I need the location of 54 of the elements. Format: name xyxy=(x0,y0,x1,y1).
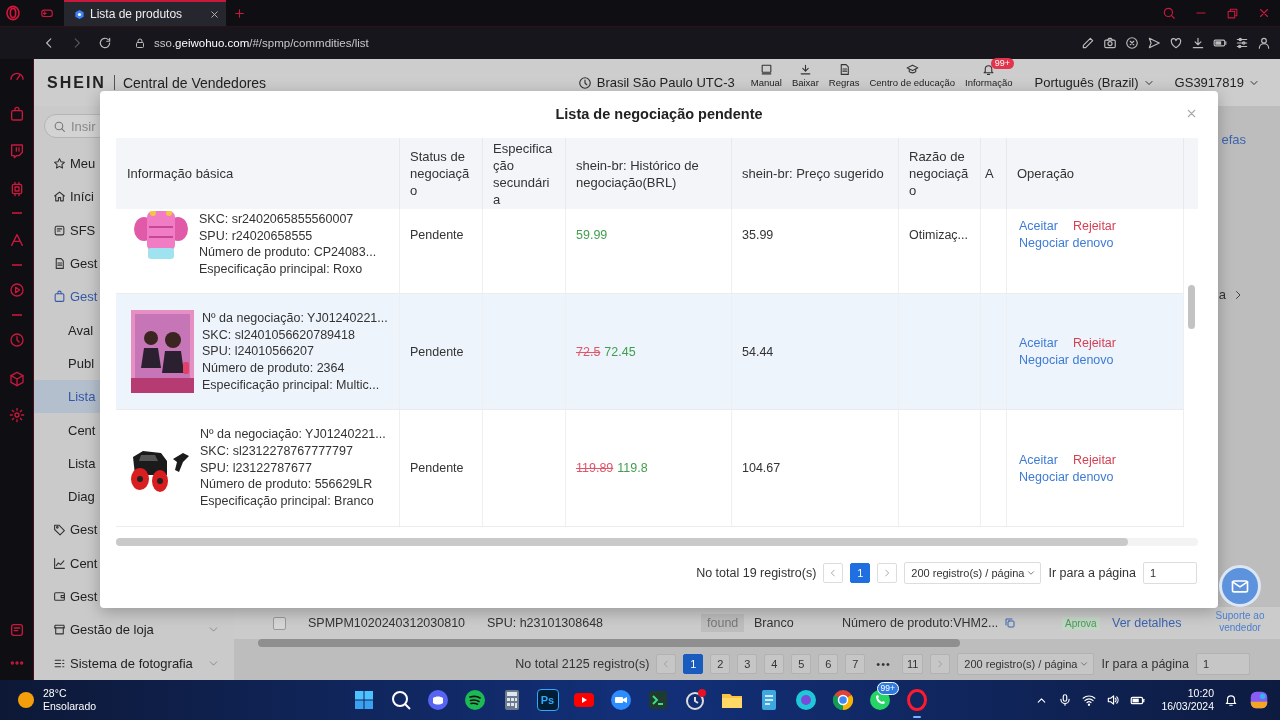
column-header: Operação xyxy=(1017,165,1075,182)
product-info-line: Número de produto: 556629LR xyxy=(200,476,374,494)
weather-label: Ensolarado xyxy=(43,700,97,713)
product-info-line: Especificação principal: Roxo xyxy=(199,261,364,278)
goto-label: Ir para a página xyxy=(1048,566,1136,580)
product-info-line: SPU: r24020658555 xyxy=(199,227,314,245)
app-title: Central de Vendedores xyxy=(122,74,267,91)
table-cell: Pendente xyxy=(410,227,464,242)
product-info-line: Nº da negociação: YJ01240221... xyxy=(202,309,388,327)
column-header: Informação básica xyxy=(127,165,234,182)
product-info-line: Nº da negociação: YJ01240221... xyxy=(200,426,386,444)
column-header: Status de negociação xyxy=(410,148,471,199)
table-cell: Otimizaç... xyxy=(909,227,969,242)
product-info-line: Especificação principal: Multic... xyxy=(202,376,381,394)
table-cell: SPMPM1020240312030810 xyxy=(308,616,466,630)
column-header: Razão de negociação xyxy=(909,148,970,199)
table-cell: 104.67 xyxy=(742,461,781,476)
old-price: 72.5 xyxy=(576,344,601,359)
new-price: 59.99 xyxy=(576,227,608,242)
product-info-line: SKC: sl2312278767777797 xyxy=(200,443,354,460)
product-info-line: SKC: sr2402065855560007 xyxy=(199,211,355,228)
panel-text: a xyxy=(1218,287,1226,302)
dialog-title: Lista de negociação pendente xyxy=(555,105,763,122)
product-info-line: SKC: sl2401056620789418 xyxy=(202,326,356,344)
status-tag: Aprova xyxy=(1062,616,1100,630)
brand-name: SHEIN xyxy=(47,73,106,92)
table-cell: Número de produto:VHM2... xyxy=(842,616,999,630)
table-cell: Pendente xyxy=(410,344,464,359)
timezone-label: Brasil São Paulo UTC-3 xyxy=(596,75,735,90)
notification-badge: 99+ xyxy=(876,682,899,695)
table-cell: 54.44 xyxy=(742,344,774,359)
product-info-line: SPU: l24010566207 xyxy=(202,343,315,360)
total-count: No total 19 registro(s) xyxy=(696,566,817,580)
product-info-line: SPU: l23122787677 xyxy=(200,459,313,477)
product-info-line: Número de produto: 2364 xyxy=(202,359,346,377)
new-price: 119.8 xyxy=(617,461,648,476)
column-header: A xyxy=(985,165,994,182)
product-info-line: Especificação principal: Branco xyxy=(200,493,375,510)
table-cell: Pendente xyxy=(410,461,464,476)
column-header: Especificação secundária xyxy=(493,139,554,208)
goto-label: Ir para a página xyxy=(1101,656,1189,671)
tag-label: found xyxy=(701,614,745,632)
table-cell: 35.99 xyxy=(742,227,774,242)
table-cell: Branco xyxy=(754,616,794,630)
temperature-label: 28°C xyxy=(43,687,68,700)
support-label: Suporte ao vendedor xyxy=(1214,610,1266,634)
old-price: 119.89 xyxy=(576,461,614,476)
column-header: shein-br: Preço sugerido xyxy=(742,165,884,182)
notification-badge: 99+ xyxy=(990,58,1015,69)
column-header: shein-br: Histórico de negociação(BRL) xyxy=(576,156,700,191)
total-count: No total 2125 registro(s) xyxy=(515,656,650,671)
new-price: 72.45 xyxy=(604,344,636,359)
table-cell: SPU: h23101308648 xyxy=(487,616,604,630)
product-info-line: Número de produto: CP24083... xyxy=(199,244,377,262)
